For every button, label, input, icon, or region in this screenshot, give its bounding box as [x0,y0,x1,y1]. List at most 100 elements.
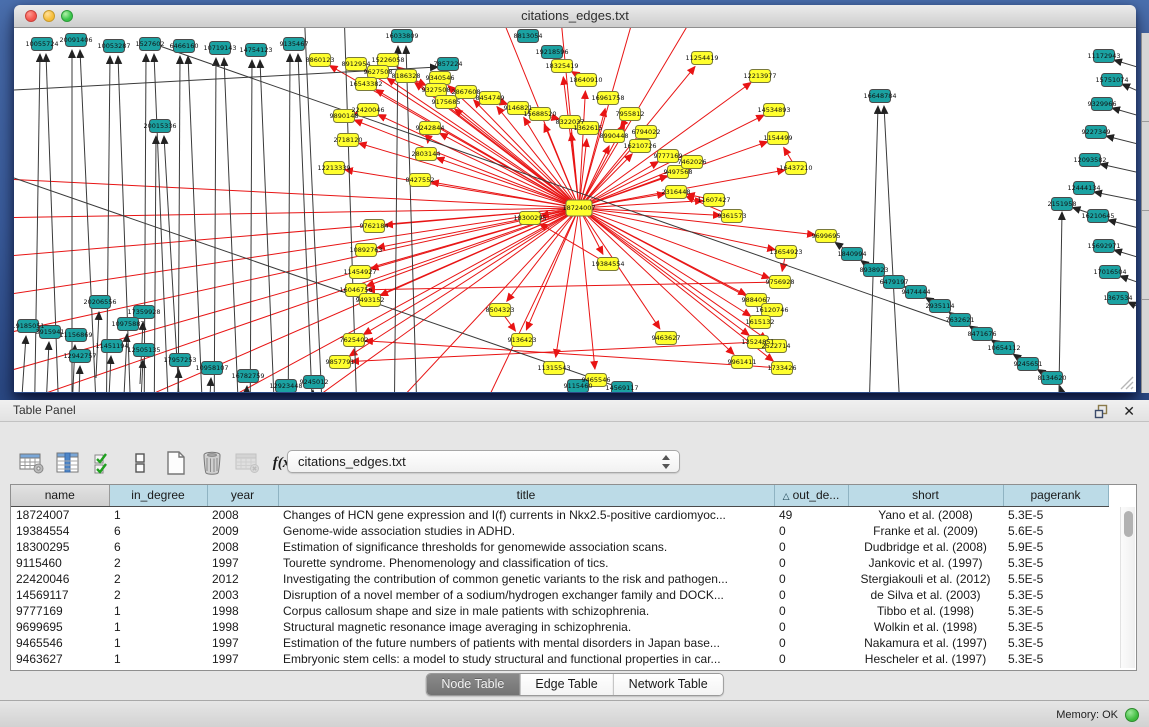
table-cell[interactable]: 9463627 [11,651,109,667]
table-cell[interactable]: 1 [109,635,207,651]
table-cell[interactable]: 5.9E-5 [1003,539,1108,555]
table-cell[interactable]: Wolkin et al. (1998) [848,619,1003,635]
table-cell[interactable]: 9777169 [11,603,109,619]
table-cell[interactable]: Investigating the contribution of common… [278,571,774,587]
close-window-button[interactable] [25,10,37,22]
table-row[interactable]: 946362711997Embryonic stem cells: a mode… [11,651,1108,667]
table-cell[interactable]: 5.3E-5 [1003,603,1108,619]
minimize-window-button[interactable] [43,10,55,22]
table-cell[interactable]: 5.3E-5 [1003,555,1108,571]
node-table-grid[interactable]: namein_degreeyeartitle△out_de...shortpag… [11,485,1109,667]
float-panel-icon[interactable] [1094,404,1109,419]
table-cell[interactable]: Estimation of the future numbers of pati… [278,635,774,651]
table-cell[interactable]: 1 [109,651,207,667]
zoom-window-button[interactable] [61,10,73,22]
table-cell[interactable]: 9699695 [11,619,109,635]
table-cell[interactable]: 0 [774,619,848,635]
table-cell[interactable]: Yano et al. (2008) [848,506,1003,523]
table-cell[interactable]: 0 [774,571,848,587]
table-cell[interactable]: 1 [109,603,207,619]
table-cell[interactable]: 1998 [207,603,278,619]
table-cell[interactable]: Changes of HCN gene expression and I(f) … [278,506,774,523]
network-window-titlebar[interactable]: citations_edges.txt [14,5,1136,28]
table-cell[interactable]: 9115460 [11,555,109,571]
table-cell[interactable]: 5.3E-5 [1003,619,1108,635]
table-cell[interactable]: 2 [109,555,207,571]
table-cell[interactable]: Stergiakouli et al. (2012) [848,571,1003,587]
table-cell[interactable]: 2 [109,571,207,587]
table-cell[interactable]: de Silva et al. (2003) [848,587,1003,603]
table-cell[interactable]: Tibbo et al. (1998) [848,603,1003,619]
new-table-icon[interactable] [161,448,191,478]
table-cell[interactable]: 18724007 [11,506,109,523]
table-cell[interactable]: 5.3E-5 [1003,651,1108,667]
tab-edge-table[interactable]: Edge Table [519,674,612,695]
table-row[interactable]: 911546021997Tourette syndrome. Phenomeno… [11,555,1108,571]
table-cell[interactable]: 5.3E-5 [1003,635,1108,651]
table-row[interactable]: 977716911998Corpus callosum shape and si… [11,603,1108,619]
table-cell[interactable]: 14569117 [11,587,109,603]
table-cell[interactable]: Embryonic stem cells: a model to study s… [278,651,774,667]
column-header-name[interactable]: name [11,485,109,506]
table-cell[interactable]: Disruption of a novel member of a sodium… [278,587,774,603]
table-cell[interactable]: 5.6E-5 [1003,523,1108,539]
table-cell[interactable]: 0 [774,651,848,667]
tab-network-table[interactable]: Network Table [613,674,723,695]
table-cell[interactable]: 1 [109,619,207,635]
table-cell[interactable]: 1997 [207,635,278,651]
table-cell[interactable]: 18300295 [11,539,109,555]
select-rows-icon[interactable] [89,448,119,478]
table-cell[interactable]: 2008 [207,506,278,523]
table-cell[interactable]: Nakamura et al. (1997) [848,635,1003,651]
table-cell[interactable]: Corpus callosum shape and size in male p… [278,603,774,619]
delete-rows-icon[interactable] [197,448,227,478]
scrollbar-thumb[interactable] [1124,511,1133,537]
table-cell[interactable]: Estimation of significance thresholds fo… [278,539,774,555]
window-resize-grip[interactable] [1116,372,1134,390]
table-settings-icon[interactable] [17,448,47,478]
table-cell[interactable]: Dudbridge et al. (2008) [848,539,1003,555]
table-cell[interactable]: 6 [109,539,207,555]
table-cell[interactable]: Jankovic et al. (1997) [848,555,1003,571]
table-cell[interactable]: 49 [774,506,848,523]
table-row[interactable]: 1938455462009Genome-wide association stu… [11,523,1108,539]
tab-node-table[interactable]: Node Table [426,674,519,695]
table-cell[interactable]: 0 [774,523,848,539]
table-vertical-scrollbar[interactable] [1120,507,1135,668]
table-cell[interactable]: Genome-wide association studies in ADHD. [278,523,774,539]
column-header-short[interactable]: short [848,485,1003,506]
table-cell[interactable]: 2 [109,587,207,603]
column-header-out-de-[interactable]: △out_de... [774,485,848,506]
table-cell[interactable]: Hescheler et al. (1997) [848,651,1003,667]
table-cell[interactable]: 9465546 [11,635,109,651]
column-header-year[interactable]: year [207,485,278,506]
table-cell[interactable]: Structural magnetic resonance image aver… [278,619,774,635]
column-header-pagerank[interactable]: pagerank [1003,485,1108,506]
table-cell[interactable]: 5.3E-5 [1003,506,1108,523]
table-cell[interactable]: 0 [774,539,848,555]
table-cell[interactable]: 1997 [207,555,278,571]
table-cell[interactable]: 0 [774,587,848,603]
table-cell[interactable]: 6 [109,523,207,539]
table-row[interactable]: 946554611997Estimation of the future num… [11,635,1108,651]
table-cell[interactable]: 2009 [207,523,278,539]
close-panel-icon[interactable]: ✕ [1123,403,1135,419]
column-visibility-icon[interactable] [53,448,83,478]
table-cell[interactable]: 22420046 [11,571,109,587]
table-row[interactable]: 2242004622012Investigating the contribut… [11,571,1108,587]
table-cell[interactable]: 1 [109,506,207,523]
table-row[interactable]: 1830029562008Estimation of significance … [11,539,1108,555]
table-row[interactable]: 1872400712008Changes of HCN gene express… [11,506,1108,523]
table-cell[interactable]: 0 [774,603,848,619]
table-cell[interactable]: 2003 [207,587,278,603]
table-cell[interactable]: 5.5E-5 [1003,571,1108,587]
table-row[interactable]: 969969511998Structural magnetic resonanc… [11,619,1108,635]
table-cell[interactable]: 19384554 [11,523,109,539]
column-header-in-degree[interactable]: in_degree [109,485,207,506]
table-cell[interactable]: 0 [774,635,848,651]
table-row[interactable]: 1456911722003Disruption of a novel membe… [11,587,1108,603]
column-header-title[interactable]: title [278,485,774,506]
table-cell[interactable]: 2012 [207,571,278,587]
table-selector-dropdown[interactable]: citations_edges.txt [287,450,680,473]
citation-network-graph[interactable]: 1872400788601238912954152260589627508165… [14,28,1136,392]
